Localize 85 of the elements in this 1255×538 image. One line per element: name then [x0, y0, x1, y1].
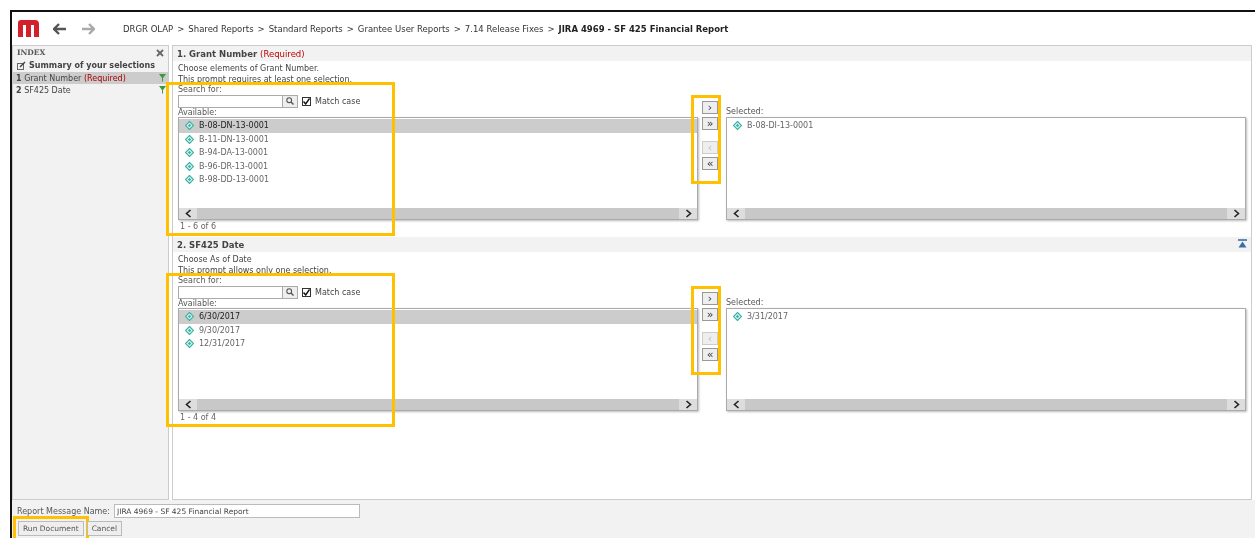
- move-button[interactable]: ›: [702, 292, 718, 305]
- check-icon: [303, 97, 310, 105]
- prompt-description: Choose elements of Grant Number.: [178, 63, 321, 74]
- list-item[interactable]: 9/30/2017: [179, 323, 697, 337]
- search-field[interactable]: [178, 285, 298, 299]
- list-item[interactable]: B-94-DA-13-0001: [179, 146, 697, 160]
- available-list[interactable]: 6/30/2017 9/30/2017 12/31/2017: [178, 308, 698, 411]
- list-item[interactable]: B-96-DR-13-0001: [179, 159, 697, 173]
- logo-icon[interactable]: [18, 20, 39, 37]
- result-count: 1 - 6 of 6: [179, 221, 218, 232]
- breadcrumb-link[interactable]: Grantee User Reports: [357, 23, 450, 34]
- breadcrumb-link[interactable]: DRGR OLAP: [123, 23, 174, 34]
- diamond-icon: [185, 175, 194, 185]
- index-item[interactable]: 2 SF425 Date: [13, 84, 168, 96]
- list-item[interactable]: B-08-DN-13-0001: [179, 119, 697, 133]
- move-button[interactable]: »: [702, 117, 718, 130]
- search-label: Search for:: [178, 85, 223, 94]
- diamond-icon: [185, 121, 194, 131]
- scrollbar[interactable]: [745, 399, 1227, 410]
- diamond-icon: [733, 312, 742, 322]
- scroll-right-icon[interactable]: [684, 400, 692, 409]
- selected-item[interactable]: B-08-DI-13-0001: [747, 121, 814, 131]
- scroll-right-icon[interactable]: [1232, 400, 1240, 409]
- scrollbar[interactable]: [745, 208, 1227, 219]
- available-list[interactable]: B-08-DN-13-0001 B-11-DN-13-0001 B-94-DA-13-0001 B-96-DR-13-0001 B-98-DD-13-0001: [178, 117, 698, 220]
- diamond-icon: [185, 148, 194, 158]
- search-label: Search for:: [178, 276, 223, 285]
- scroll-left-icon[interactable]: [732, 209, 740, 218]
- selected-label: Selected:: [726, 107, 765, 117]
- scroll-right-icon[interactable]: [684, 209, 692, 218]
- check-icon: [303, 288, 310, 296]
- selected-label: Selected:: [726, 298, 765, 308]
- scrollbar[interactable]: [197, 399, 679, 410]
- match-case-label: Match case: [315, 96, 361, 106]
- scroll-left-icon[interactable]: [732, 400, 740, 409]
- breadcrumb-separator: >: [453, 23, 461, 34]
- move-button[interactable]: »: [702, 308, 718, 321]
- breadcrumb-separator: >: [257, 23, 265, 34]
- diamond-icon: [733, 121, 742, 131]
- list-item[interactable]: B-98-DD-13-0001: [179, 173, 697, 187]
- index-item[interactable]: 1 Grant Number (Required): [13, 72, 168, 84]
- search-icon[interactable]: [286, 97, 294, 105]
- diamond-icon: [185, 312, 194, 322]
- list-item[interactable]: 12/31/2017: [179, 337, 697, 351]
- prompt-rule: This prompt requires at least one selection.: [178, 74, 354, 85]
- breadcrumb-separator: >: [547, 23, 555, 34]
- move-button[interactable]: «: [702, 157, 718, 170]
- diamond-icon: [185, 325, 194, 335]
- diamond-icon: [185, 339, 194, 349]
- scroll-left-icon[interactable]: [184, 209, 192, 218]
- list-item[interactable]: 6/30/2017: [179, 310, 697, 324]
- scroll-left-icon[interactable]: [184, 400, 192, 409]
- result-count: 1 - 4 of 4: [179, 412, 218, 423]
- selected-item[interactable]: 3/31/2017: [747, 312, 789, 322]
- selected-list[interactable]: B-08-DI-13-0001: [726, 117, 1246, 220]
- diamond-icon: [185, 134, 194, 144]
- prompt-description: Choose As of Date: [178, 254, 253, 265]
- prompt-title: 2. SF425 Date: [177, 239, 245, 250]
- breadcrumb-link[interactable]: 7.14 Release Fixes: [464, 23, 544, 34]
- breadcrumb-separator: >: [177, 23, 185, 34]
- diamond-icon: [185, 161, 194, 171]
- match-case-checkbox[interactable]: [302, 287, 311, 297]
- scrollbar[interactable]: [197, 208, 679, 219]
- move-button[interactable]: ›: [702, 101, 718, 114]
- available-label: Available:: [178, 108, 218, 117]
- summary-title: Summary of your selections: [29, 61, 155, 70]
- breadcrumb-link[interactable]: Standard Reports: [268, 23, 343, 34]
- back-arrow-icon[interactable]: [53, 22, 67, 35]
- collapse-icon[interactable]: [1238, 239, 1247, 248]
- close-icon[interactable]: [156, 48, 164, 57]
- available-label: Available:: [178, 299, 218, 308]
- selected-list[interactable]: 3/31/2017: [726, 308, 1246, 411]
- match-case-label: Match case: [315, 287, 361, 297]
- search-field[interactable]: [178, 94, 298, 108]
- scroll-right-icon[interactable]: [1232, 209, 1240, 218]
- breadcrumb-link[interactable]: Shared Reports: [188, 23, 254, 34]
- match-case-checkbox[interactable]: [302, 96, 311, 106]
- breadcrumb-separator: >: [346, 23, 354, 34]
- search-icon[interactable]: [286, 288, 294, 296]
- prompt-title: 1. Grant Number (Required): [177, 48, 305, 59]
- list-item[interactable]: B-11-DN-13-0001: [179, 132, 697, 146]
- breadcrumb-current: JIRA 4969 - SF 425 Financial Report: [558, 23, 729, 34]
- move-button[interactable]: «: [702, 348, 718, 361]
- report-name-label: Report Message Name:: [17, 506, 110, 516]
- edit-icon: [17, 61, 26, 70]
